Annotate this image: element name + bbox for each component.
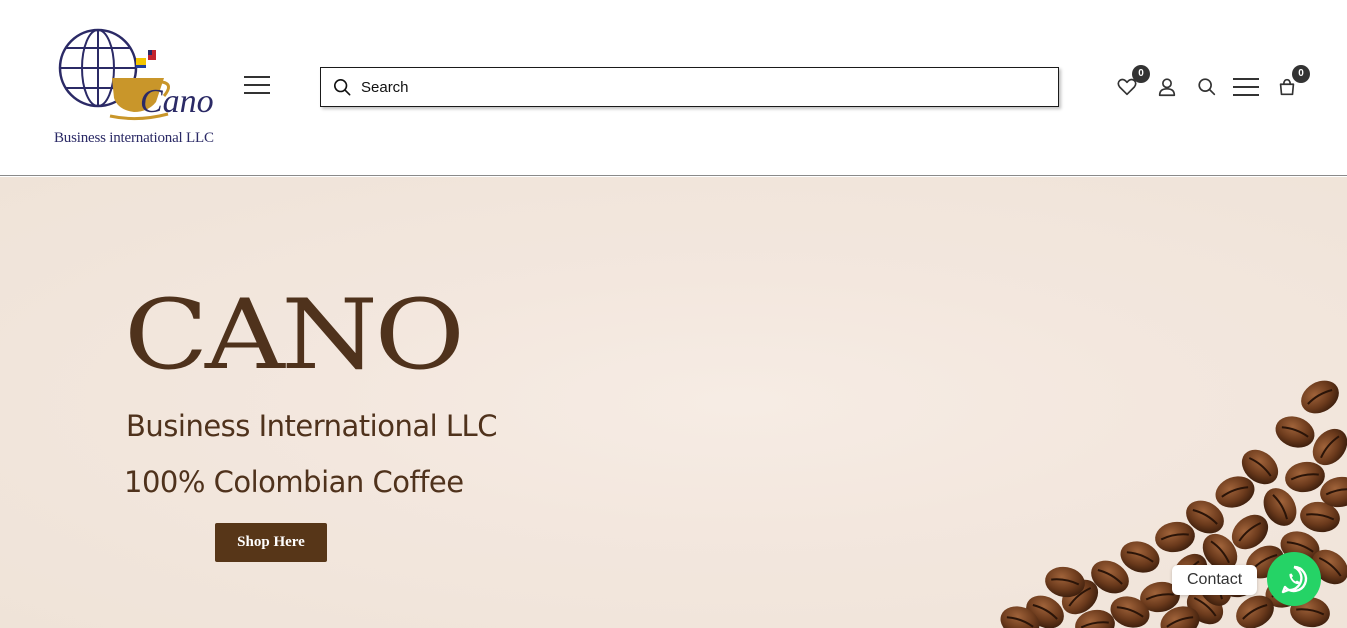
wishlist-button[interactable]: 0 bbox=[1116, 65, 1150, 98]
hero-banner: CANO Business International LLC 100% Col… bbox=[0, 177, 1347, 628]
hamburger-line bbox=[244, 92, 270, 94]
header-menu-button[interactable] bbox=[1233, 76, 1259, 98]
hero-tagline: 100% Colombian Coffee bbox=[124, 465, 464, 499]
account-button[interactable] bbox=[1156, 76, 1178, 98]
coffee-bean bbox=[1275, 416, 1315, 448]
hamburger-line bbox=[244, 84, 270, 86]
hamburger-line bbox=[244, 76, 270, 78]
site-header: Cano Business international LLC 0 bbox=[0, 0, 1347, 176]
coffee-bean bbox=[1155, 521, 1195, 553]
cart-button[interactable]: 0 bbox=[1276, 65, 1310, 98]
hero-subtitle: Business International LLC bbox=[126, 409, 497, 443]
coffee-bean bbox=[1301, 380, 1339, 414]
menu-toggle-button[interactable] bbox=[244, 76, 272, 98]
shop-here-button[interactable]: Shop Here bbox=[215, 523, 327, 562]
whatsapp-button[interactable] bbox=[1267, 552, 1321, 606]
header-search-button[interactable] bbox=[1196, 76, 1218, 98]
svg-text:Cano: Cano bbox=[140, 83, 214, 120]
search-bar bbox=[320, 67, 1059, 107]
search-icon bbox=[1198, 78, 1216, 96]
wishlist-count-badge: 0 bbox=[1132, 65, 1150, 83]
hamburger-icon bbox=[1233, 78, 1259, 96]
contact-label[interactable]: Contact bbox=[1172, 565, 1258, 595]
logo-tagline: Business international LLC bbox=[54, 130, 214, 146]
user-icon bbox=[1158, 78, 1176, 97]
globe-cup-logo-icon: Cano bbox=[58, 28, 214, 121]
search-icon[interactable] bbox=[333, 78, 351, 96]
search-input[interactable] bbox=[361, 78, 1041, 96]
site-logo[interactable]: Cano Business international LLC bbox=[52, 22, 242, 152]
cart-count-badge: 0 bbox=[1292, 65, 1310, 83]
hero-title: CANO bbox=[124, 279, 465, 391]
whatsapp-icon bbox=[1281, 565, 1308, 594]
